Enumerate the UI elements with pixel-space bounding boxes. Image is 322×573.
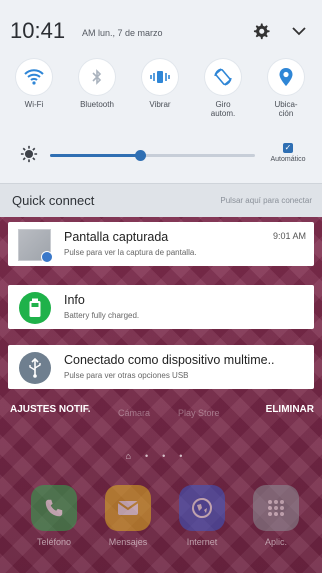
collapse-chevron-down-icon[interactable] <box>290 22 308 40</box>
dock-app-label: Aplic. <box>264 537 287 547</box>
clock-time: 10:41 <box>10 18 66 43</box>
home-dock: Teléfono Mensajes Internet Aplic. <box>14 485 310 565</box>
notification-usb-connection[interactable]: Conectado como dispositivo multime.. Pul… <box>8 345 314 389</box>
quick-connect-hint: Pulsar aquí para conectar <box>220 196 312 205</box>
apps-grid-icon <box>253 485 299 531</box>
notification-time: 9:01 AM <box>272 231 306 241</box>
brightness-slider-fill <box>50 154 141 157</box>
toggle-label-rotate: Giro autom. <box>210 100 236 118</box>
dock-app-phone[interactable]: Teléfono <box>26 485 82 547</box>
quick-settings-toggles: Wi-Fi Bluetooth Vibrar Giro autom. Ubica… <box>4 59 318 129</box>
notification-settings-button[interactable]: AJUSTES NOTIF. <box>10 404 91 415</box>
clear-all-button[interactable]: ELIMINAR <box>266 404 314 415</box>
quick-connect-bar[interactable]: Quick connect Pulsar aquí para conectar <box>0 183 322 217</box>
auto-brightness-label: Automático <box>270 156 306 163</box>
messages-icon <box>105 485 151 531</box>
notification-title: Pantalla capturada <box>64 230 169 244</box>
dock-app-apps[interactable]: Aplic. <box>248 485 304 547</box>
notification-title: Info <box>64 293 85 307</box>
notification-text: Pulse para ver otras opciones USB <box>64 371 189 380</box>
brightness-slider-thumb[interactable] <box>135 150 147 161</box>
shade-header: 10:41 AM lun., 7 de marzo <box>10 18 312 48</box>
auto-brightness-checkbox-icon: ✓ <box>283 143 293 153</box>
dock-app-label: Internet <box>186 537 218 547</box>
toggle-vibrate[interactable]: Vibrar <box>130 59 190 109</box>
dock-app-label: Mensajes <box>108 537 148 547</box>
bluetooth-icon <box>79 59 115 95</box>
toggle-bluetooth[interactable]: Bluetooth <box>67 59 127 109</box>
clock-date: AM lun., 7 de marzo <box>82 28 163 38</box>
brightness-slider[interactable] <box>50 150 255 161</box>
date-text: lun., 7 de marzo <box>98 28 163 38</box>
brightness-sun-icon <box>20 145 38 168</box>
notification-text: Battery fully charged. <box>64 311 140 320</box>
notification-title: Conectado como dispositivo multime.. <box>64 353 275 367</box>
location-icon <box>268 59 304 95</box>
vibrate-icon <box>142 59 178 95</box>
dock-app-internet[interactable]: Internet <box>174 485 230 547</box>
toggle-label-location: Ubica- ción <box>274 100 298 118</box>
internet-globe-icon <box>179 485 225 531</box>
toggle-label-vibrate: Vibrar <box>149 100 171 109</box>
usb-icon <box>19 352 51 384</box>
home-page-indicator: ⌂••• <box>125 451 197 461</box>
settings-gear-icon[interactable] <box>252 22 270 40</box>
screenshot-badge-icon <box>41 251 53 263</box>
rotate-icon <box>205 59 241 95</box>
phone-icon <box>31 485 77 531</box>
notification-text: Pulse para ver la captura de pantalla. <box>64 248 197 257</box>
dock-app-label: Teléfono <box>36 537 72 547</box>
toggle-wifi[interactable]: Wi-Fi <box>4 59 64 109</box>
toggle-label-bluetooth: Bluetooth <box>80 100 114 109</box>
toggle-label-wifi: Wi-Fi <box>24 100 44 109</box>
brightness-control: ✓ Automático <box>14 143 314 169</box>
notification-screenshot[interactable]: Pantalla capturada Pulse para ver la cap… <box>8 222 314 266</box>
toggle-auto-rotate[interactable]: Giro autom. <box>193 59 253 118</box>
dock-app-messages[interactable]: Mensajes <box>100 485 156 547</box>
screenshot-thumbnail <box>18 229 53 263</box>
battery-icon <box>19 292 51 324</box>
notification-actions-row: AJUSTES NOTIF. ELIMINAR <box>0 401 322 423</box>
wifi-icon <box>16 59 52 95</box>
auto-brightness-toggle[interactable]: ✓ Automático <box>262 143 314 163</box>
notification-shade: 10:41 AM lun., 7 de marzo Wi-Fi Bluetoot… <box>0 0 322 183</box>
toggle-location[interactable]: Ubica- ción <box>256 59 316 118</box>
quick-connect-title: Quick connect <box>12 193 95 208</box>
notification-battery-info[interactable]: Info Battery fully charged. <box>8 285 314 329</box>
clock-ampm: AM <box>82 28 96 38</box>
